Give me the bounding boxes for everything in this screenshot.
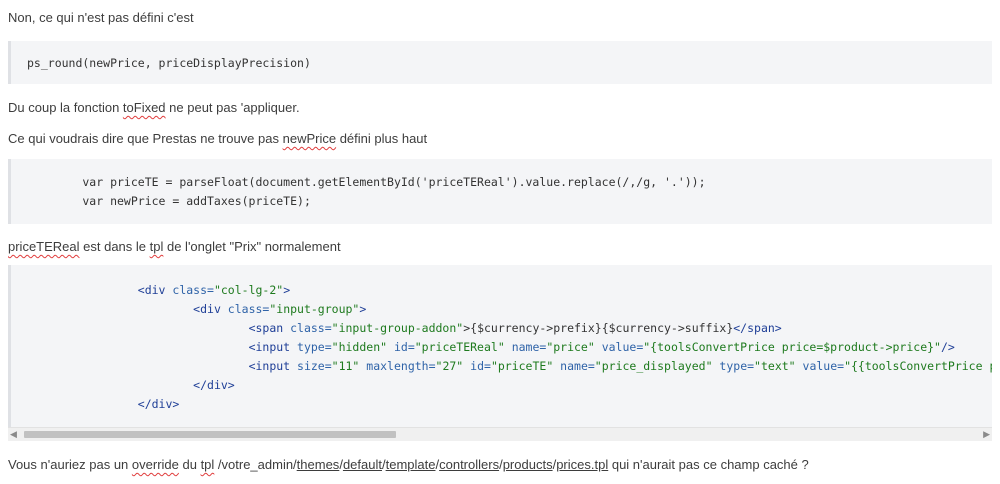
attr-value: "text" — [754, 359, 796, 373]
scrollbar-thumb[interactable] — [24, 431, 396, 438]
code-line: <input type="hidden" id="priceTEReal" na… — [27, 338, 992, 357]
text: de l'onglet "Prix" normalement — [163, 239, 341, 254]
attr: maxlength= — [359, 359, 436, 373]
text: Ce qui voudrais dire que Prestas ne trou… — [8, 131, 283, 146]
code-block-ps-round: ps_round(newPrice, priceDisplayPrecision… — [8, 41, 992, 84]
attr: size= — [290, 359, 332, 373]
text: Du coup la fonction — [8, 100, 123, 115]
path-segment-themes: themes — [296, 457, 340, 472]
text: défini plus haut — [336, 131, 428, 146]
attr: name= — [504, 340, 547, 354]
text: >{$currency->prefix}{$currency->suffix} — [463, 321, 734, 335]
attr-value: "{{toolsConvertPrice price=$product->pri… — [844, 359, 992, 373]
attr: class= — [283, 321, 332, 335]
attr-value: "11" — [331, 359, 360, 373]
path-segment-products: products — [502, 457, 553, 472]
scroll-left-arrow-icon[interactable]: ◀ — [10, 429, 17, 440]
code-line: <input size="11" maxlength="27" id="pric… — [27, 357, 992, 376]
code-line: <div class="input-group"> — [27, 300, 992, 319]
tag: > — [359, 302, 367, 316]
text: du — [178, 457, 201, 472]
tag: <span — [248, 321, 284, 335]
code-line: <span class="input-group-addon">{$curren… — [27, 319, 992, 338]
text: ne peut pas 'appliquer. — [165, 100, 300, 115]
attr: class= — [165, 283, 214, 297]
code-block-pricete: var priceTE = parseFloat(document.getEle… — [8, 159, 992, 224]
tag: > — [283, 283, 291, 297]
text: Vous n'auriez pas un — [8, 457, 132, 472]
code-line: ps_round(newPrice, priceDisplayPrecision… — [27, 56, 311, 70]
tag: <input — [248, 359, 291, 373]
attr: name= — [553, 359, 595, 373]
attr-value: "input-group-addon" — [331, 321, 464, 335]
tag: </span> — [733, 321, 782, 335]
paragraph-override: Vous n'auriez pas un override du tpl /vo… — [8, 457, 809, 472]
attr-value: "27" — [435, 359, 464, 373]
attr-value: "priceTEReal" — [414, 340, 505, 354]
paragraph-newprice: Ce qui voudrais dire que Prestas ne trou… — [8, 131, 427, 146]
attr: type= — [712, 359, 755, 373]
code-line: var priceTE = parseFloat(document.getEle… — [27, 175, 706, 189]
term-tofixed: toFixed — [122, 100, 166, 115]
attr: value= — [795, 359, 845, 373]
code-block-html: <div class="col-lg-2"> <div class="input… — [8, 265, 992, 427]
path-segment-default: default — [342, 457, 382, 472]
code-line: <div class="col-lg-2"> — [27, 281, 992, 300]
attr-value: "{toolsConvertPrice price=$product->pric… — [643, 340, 941, 354]
code-line: var newPrice = addTaxes(priceTE); — [27, 194, 311, 208]
scroll-right-arrow-icon[interactable]: ▶ — [983, 429, 990, 440]
attr-value: "priceTE" — [490, 359, 554, 373]
tag: <div — [137, 283, 166, 297]
attr: id= — [463, 359, 491, 373]
tag: </div> — [193, 378, 235, 392]
term-override: override — [131, 457, 179, 472]
paragraph-tofixed: Du coup la fonction toFixed ne peut pas … — [8, 100, 300, 115]
tag: <div — [193, 302, 221, 316]
paragraph-pricetereal: priceTEReal est dans le tpl de l'onglet … — [8, 239, 341, 254]
code-line: </div> — [27, 376, 992, 395]
tag: <input — [248, 340, 291, 354]
tag: </div> — [137, 397, 180, 411]
attr-value: "col-lg-2" — [213, 283, 284, 297]
term-tpl: tpl — [200, 457, 215, 472]
path-segment-template: template — [385, 457, 436, 472]
term-pricetereal: priceTEReal — [8, 239, 80, 254]
text: /votre_admin/ — [214, 457, 297, 472]
text: qui n'aurait pas ce champ caché ? — [608, 457, 809, 472]
path-segment-prices-tpl: prices.tpl — [556, 457, 609, 472]
attr: id= — [387, 340, 415, 354]
attr-value: "price" — [546, 340, 595, 354]
code-horizontal-scrollbar[interactable]: ◀ ▶ — [8, 427, 992, 441]
attr: type= — [290, 340, 332, 354]
path-segment-controllers: controllers — [439, 457, 500, 472]
attr-value: "hidden" — [331, 340, 388, 354]
paragraph-intro: Non, ce qui n'est pas défini c'est — [8, 10, 194, 25]
attr: value= — [594, 340, 644, 354]
tag: /> — [940, 340, 955, 354]
term-newprice: newPrice — [282, 131, 337, 146]
code-line: </div> — [27, 395, 992, 414]
attr: class= — [220, 302, 270, 316]
attr-value: "price_displayed" — [594, 359, 713, 373]
attr-value: "input-group" — [269, 302, 360, 316]
text: est dans le — [79, 239, 150, 254]
term-tpl: tpl — [149, 239, 164, 254]
